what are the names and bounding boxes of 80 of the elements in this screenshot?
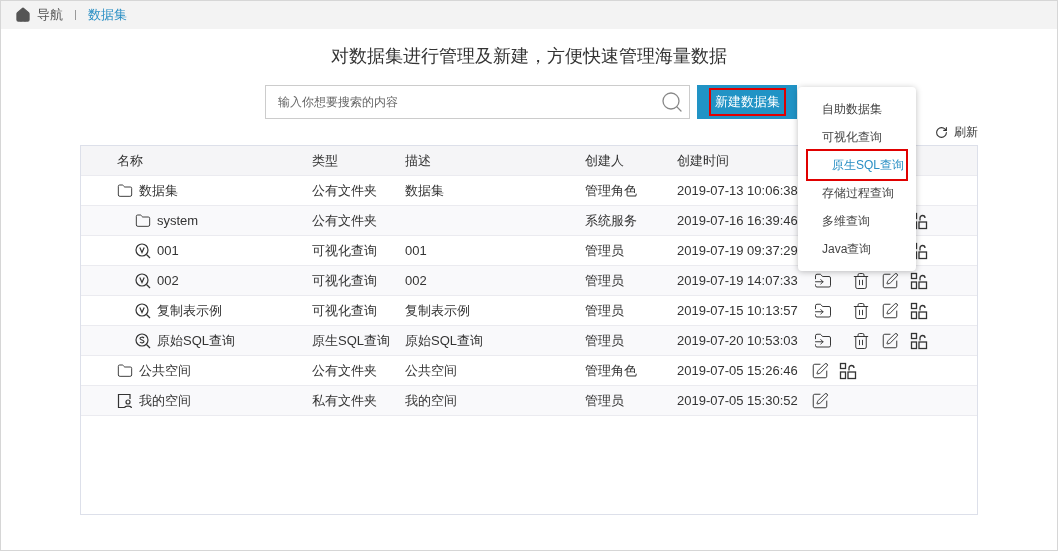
created-time-cell-text: 2019-07-05 15:30:52 <box>677 391 799 410</box>
created-time-cell-text: 2019-07-16 16:39:46 <box>677 211 799 230</box>
personal-folder-icon <box>117 392 133 409</box>
permission-icon[interactable] <box>910 301 928 320</box>
menu-item[interactable]: 多维查询 <box>798 207 916 235</box>
refresh-icon <box>934 125 948 139</box>
type-cell-text: 公有文件夹 <box>312 211 378 230</box>
edit-icon[interactable] <box>811 391 829 410</box>
sql-query-icon <box>135 332 151 349</box>
type-cell-text: 公有文件夹 <box>312 181 378 200</box>
name-cell-text: 公共空间 <box>139 361 191 380</box>
column-header: 创建时间 <box>677 151 730 170</box>
menu-item[interactable]: 可视化查询 <box>798 123 916 151</box>
edit-icon[interactable] <box>811 361 829 380</box>
creator-cell-text: 系统服务 <box>585 211 638 230</box>
name-cell-text: 002 <box>157 271 179 290</box>
search-field[interactable]: 输入你想要搜索的内容 <box>265 85 690 119</box>
type-cell-text: 可视化查询 <box>312 301 378 320</box>
description-cell-text: 复制表示例 <box>405 301 471 320</box>
created-time-cell-text: 2019-07-13 10:06:38 <box>677 181 799 200</box>
created-time-cell-text: 2019-07-05 15:26:46 <box>677 361 799 380</box>
description-cell-text: 001 <box>405 241 428 260</box>
visual-query-icon <box>135 272 151 289</box>
move-to-folder-icon[interactable] <box>814 301 832 320</box>
type-cell-text: 私有文件夹 <box>312 391 378 410</box>
search-icon[interactable] <box>660 90 684 114</box>
name-cell-text: 复制表示例 <box>157 301 222 320</box>
creator-cell-text: 管理员 <box>585 331 625 350</box>
description-cell-text: 公共空间 <box>405 361 458 380</box>
type-cell-text: 可视化查询 <box>312 271 378 290</box>
trash-icon[interactable] <box>852 331 870 350</box>
folder-icon <box>117 362 133 379</box>
name-cell-text: 001 <box>157 241 179 260</box>
permission-icon[interactable] <box>910 331 928 350</box>
move-to-folder-icon[interactable] <box>814 331 832 350</box>
menu-item[interactable]: 原生SQL查询 <box>808 151 906 179</box>
created-time-cell-text: 2019-07-20 10:53:03 <box>677 331 799 350</box>
type-cell-text: 可视化查询 <box>312 241 378 260</box>
menu-item[interactable]: 自助数据集 <box>798 95 916 123</box>
name-cell-text: 数据集 <box>139 181 178 200</box>
created-time-cell-text: 2019-07-15 10:13:57 <box>677 301 799 320</box>
description-cell-text: 002 <box>405 271 428 290</box>
creator-cell-text: 管理员 <box>585 301 625 320</box>
column-header: 创建人 <box>585 151 625 170</box>
menu-item[interactable]: 存储过程查询 <box>798 179 916 207</box>
name-cell-text: system <box>157 211 199 230</box>
type-cell-text: 公有文件夹 <box>312 361 378 380</box>
home-icon[interactable] <box>15 7 31 23</box>
edit-icon[interactable] <box>881 301 899 320</box>
column-header: 名称 <box>117 151 144 170</box>
trash-icon[interactable] <box>852 301 870 320</box>
creator-cell-text: 管理角色 <box>585 181 638 200</box>
page-heading: 对数据集进行管理及新建，方便快速管理海量数据 <box>331 45 727 68</box>
description-cell-text: 数据集 <box>405 181 445 200</box>
trash-icon[interactable] <box>852 271 870 290</box>
column-header: 描述 <box>405 151 432 170</box>
permission-icon[interactable] <box>910 271 928 290</box>
created-time-cell-text: 2019-07-19 09:37:29 <box>677 241 799 260</box>
creator-cell-text: 管理员 <box>585 241 625 260</box>
type-cell-text: 原生SQL查询 <box>312 331 391 350</box>
creator-cell-text: 管理角色 <box>585 361 638 380</box>
folder-icon <box>135 212 151 229</box>
edit-icon[interactable] <box>881 331 899 350</box>
creator-cell-text: 管理员 <box>585 391 625 410</box>
visual-query-icon <box>135 302 151 319</box>
permission-icon[interactable] <box>839 361 857 380</box>
visual-query-icon <box>135 242 151 259</box>
creator-cell-text: 管理员 <box>585 271 625 290</box>
move-to-folder-icon[interactable] <box>814 271 832 290</box>
description-cell-text: 我的空间 <box>405 391 458 410</box>
edit-icon[interactable] <box>881 271 899 290</box>
name-cell-text: 我的空间 <box>139 391 191 410</box>
breadcrumb-link[interactable]: 导航 <box>37 5 63 25</box>
folder-icon <box>117 182 133 199</box>
name-cell-text: 原始SQL查询 <box>157 331 235 350</box>
created-time-cell-text: 2019-07-19 14:07:33 <box>677 271 799 290</box>
menu-item[interactable]: Java查询 <box>798 235 916 263</box>
refresh-button[interactable]: 刷新 <box>934 123 978 141</box>
description-cell-text: 原始SQL查询 <box>405 331 484 350</box>
column-header: 类型 <box>312 151 339 170</box>
